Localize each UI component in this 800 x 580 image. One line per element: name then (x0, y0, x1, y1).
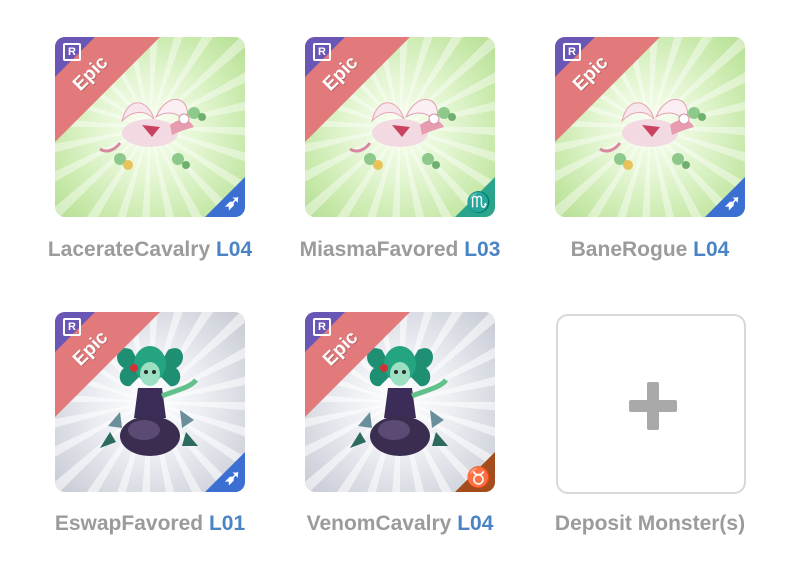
rarity-badge-icon: R (63, 318, 81, 336)
rarity-badge-icon: R (313, 318, 331, 336)
monster-card-eswap-favored[interactable]: R Epic ➶ (55, 312, 245, 492)
archer-arrow-icon: ➶ (724, 192, 741, 214)
monster-level: L04 (215, 238, 253, 261)
monster-name-text: VenomCavalry (306, 512, 452, 535)
monster-name-text: LacerateCavalry (47, 238, 211, 261)
archer-arrow-icon: ➶ (224, 467, 241, 489)
monster-card-bane-rogue[interactable]: R Epic ➶ (555, 37, 745, 217)
rarity-badge-icon: R (63, 43, 81, 61)
monster-name-text: BaneRogue (570, 238, 688, 261)
monster-level: L04 (693, 238, 730, 261)
archer-arrow-icon: ➶ (224, 192, 241, 214)
rarity-badge-icon: R (313, 43, 331, 61)
scorpio-icon: ♏ (466, 192, 491, 214)
monster-level: L01 (208, 512, 246, 535)
monster-card-miasma-favored[interactable]: R Epic ♏ (305, 37, 495, 217)
monster-card-lacerate-cavalry[interactable]: R Epic ➶ (55, 37, 245, 217)
monster-name: EswapFavored L01 (20, 512, 280, 536)
monster-card-venom-cavalry[interactable]: R Epic ♉ (305, 312, 495, 492)
deposit-monster-label[interactable]: Deposit Monster(s) (520, 512, 780, 536)
taurus-icon: ♉ (466, 467, 491, 489)
monster-name: MiasmaFavored L03 (270, 238, 530, 262)
monster-level: L04 (457, 512, 494, 535)
deposit-monster-button[interactable] (556, 314, 746, 494)
monster-name: BaneRogue L04 (520, 238, 780, 262)
rarity-badge-icon: R (563, 43, 581, 61)
monster-name: LacerateCavalry L04 (20, 238, 280, 262)
monster-name: VenomCavalry L04 (270, 512, 530, 536)
monster-level: L03 (464, 238, 501, 261)
monster-name-text: MiasmaFavored (299, 238, 459, 261)
monster-name-text: EswapFavored (54, 512, 204, 535)
